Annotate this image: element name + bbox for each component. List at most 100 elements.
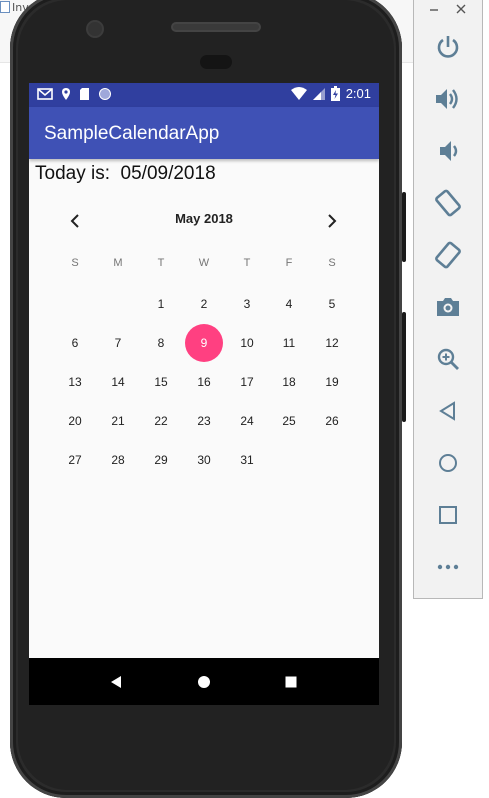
calendar-day[interactable] bbox=[313, 442, 351, 478]
power-button[interactable] bbox=[428, 30, 468, 64]
calendar-day[interactable]: 19 bbox=[313, 364, 351, 400]
next-month-button[interactable] bbox=[320, 209, 344, 233]
calendar-day[interactable]: 29 bbox=[142, 442, 180, 478]
overview-button[interactable] bbox=[428, 498, 468, 532]
day-number: 2 bbox=[200, 297, 208, 311]
day-number: 23 bbox=[197, 414, 211, 428]
calendar-day[interactable]: 2 bbox=[185, 286, 223, 322]
calendar-day[interactable]: 26 bbox=[313, 403, 351, 439]
calendar-day[interactable]: 12 bbox=[313, 325, 351, 361]
status-time: 2:01 bbox=[345, 86, 371, 101]
nav-home-button[interactable] bbox=[195, 673, 213, 691]
day-number: 4 bbox=[285, 297, 293, 311]
screenshot-button[interactable] bbox=[428, 290, 468, 324]
day-number: 10 bbox=[240, 336, 254, 350]
recents-icon bbox=[285, 676, 297, 688]
calendar-day[interactable]: 1 bbox=[142, 286, 180, 322]
day-number: 31 bbox=[240, 453, 254, 467]
zoom-icon bbox=[437, 348, 459, 370]
calendar-day[interactable]: 13 bbox=[56, 364, 94, 400]
rotate-right-button[interactable] bbox=[428, 238, 468, 272]
calendar-day[interactable]: 31 bbox=[228, 442, 266, 478]
earpiece-speaker bbox=[173, 24, 259, 30]
overview-icon bbox=[439, 506, 457, 524]
sd-card-icon bbox=[80, 88, 89, 100]
calendar-day[interactable] bbox=[270, 442, 308, 478]
day-number: 6 bbox=[71, 336, 79, 350]
battery-icon bbox=[330, 86, 340, 101]
power-icon bbox=[437, 36, 459, 58]
close-button[interactable] bbox=[451, 0, 471, 18]
status-bar: 2:01 bbox=[29, 83, 379, 107]
volume-up-button[interactable] bbox=[428, 82, 468, 116]
day-number: 24 bbox=[240, 414, 254, 428]
nav-recents-button[interactable] bbox=[282, 673, 300, 691]
cell-signal-icon bbox=[312, 88, 325, 100]
more-button[interactable] bbox=[428, 550, 468, 584]
zoom-button[interactable] bbox=[428, 342, 468, 376]
calendar-day[interactable]: 11 bbox=[270, 325, 308, 361]
calendar-day[interactable]: 3 bbox=[228, 286, 266, 322]
calendar-day[interactable] bbox=[99, 286, 137, 322]
back-button[interactable] bbox=[428, 394, 468, 428]
day-number: 28 bbox=[111, 453, 125, 467]
calendar-view: May 2018 S M T W T F S 1 2 3 4 5 6 7 8 9… bbox=[29, 201, 379, 479]
day-number: 27 bbox=[68, 453, 82, 467]
calendar-day[interactable]: 21 bbox=[99, 403, 137, 439]
volume-down-button[interactable] bbox=[428, 134, 468, 168]
home-icon bbox=[439, 454, 457, 472]
phone-side-button bbox=[402, 192, 406, 262]
day-number: 22 bbox=[154, 414, 168, 428]
more-icon bbox=[437, 564, 459, 570]
calendar-day[interactable]: 22 bbox=[142, 403, 180, 439]
emulator-window-controls bbox=[414, 0, 482, 18]
phone-screen: 2:01 SampleCalendarApp Today is: 05/09/2… bbox=[29, 83, 379, 705]
calendar-day[interactable]: 6 bbox=[56, 325, 94, 361]
calendar-day[interactable]: 4 bbox=[270, 286, 308, 322]
weekday-label: F bbox=[285, 257, 293, 269]
day-number: 11 bbox=[282, 336, 296, 350]
calendar-day[interactable]: 23 bbox=[185, 403, 223, 439]
nav-back-button[interactable] bbox=[107, 673, 125, 691]
day-number: 25 bbox=[282, 414, 296, 428]
calendar-day[interactable]: 16 bbox=[185, 364, 223, 400]
day-number: 1 bbox=[157, 297, 165, 311]
calendar-day[interactable]: 24 bbox=[228, 403, 266, 439]
day-number: 17 bbox=[240, 375, 254, 389]
document-icon bbox=[0, 1, 10, 13]
calendar-day[interactable]: 8 bbox=[142, 325, 180, 361]
calendar-day[interactable]: 5 bbox=[313, 286, 351, 322]
day-number: 8 bbox=[157, 336, 165, 350]
calendar-day[interactable]: 7 bbox=[99, 325, 137, 361]
calendar-day[interactable]: 25 bbox=[270, 403, 308, 439]
camera-icon bbox=[437, 298, 459, 316]
calendar-day[interactable]: 18 bbox=[270, 364, 308, 400]
day-number: 15 bbox=[154, 375, 168, 389]
day-number: 29 bbox=[154, 453, 168, 467]
today-label: Today is: 05/09/2018 bbox=[35, 163, 216, 184]
calendar-day[interactable]: 15 bbox=[142, 364, 180, 400]
calendar-day[interactable]: 30 bbox=[185, 442, 223, 478]
minimize-button[interactable] bbox=[424, 0, 444, 18]
calendar-day[interactable]: 28 bbox=[99, 442, 137, 478]
rotate-left-icon bbox=[435, 189, 461, 217]
calendar-day[interactable]: 14 bbox=[99, 364, 137, 400]
rotate-left-button[interactable] bbox=[428, 186, 468, 220]
calendar-day[interactable]: 17 bbox=[228, 364, 266, 400]
selected-calendar-day[interactable]: 9 bbox=[185, 324, 223, 362]
calendar-week: 20 21 22 23 24 25 26 bbox=[29, 401, 379, 440]
home-button[interactable] bbox=[428, 446, 468, 480]
calendar-day[interactable]: 10 bbox=[228, 325, 266, 361]
weekday-label: T bbox=[243, 257, 251, 269]
minimize-icon bbox=[430, 9, 438, 11]
day-number: 26 bbox=[325, 414, 339, 428]
calendar-day[interactable]: 20 bbox=[56, 403, 94, 439]
calendar-week: 27 28 29 30 31 bbox=[29, 440, 379, 479]
calendar-day[interactable]: 27 bbox=[56, 442, 94, 478]
day-number: 19 bbox=[325, 375, 339, 389]
volume-up-icon bbox=[436, 89, 458, 109]
day-number: 20 bbox=[68, 414, 82, 428]
calendar-day[interactable] bbox=[56, 286, 94, 322]
app-title: SampleCalendarApp bbox=[44, 123, 220, 144]
volume-down-icon bbox=[440, 141, 458, 161]
